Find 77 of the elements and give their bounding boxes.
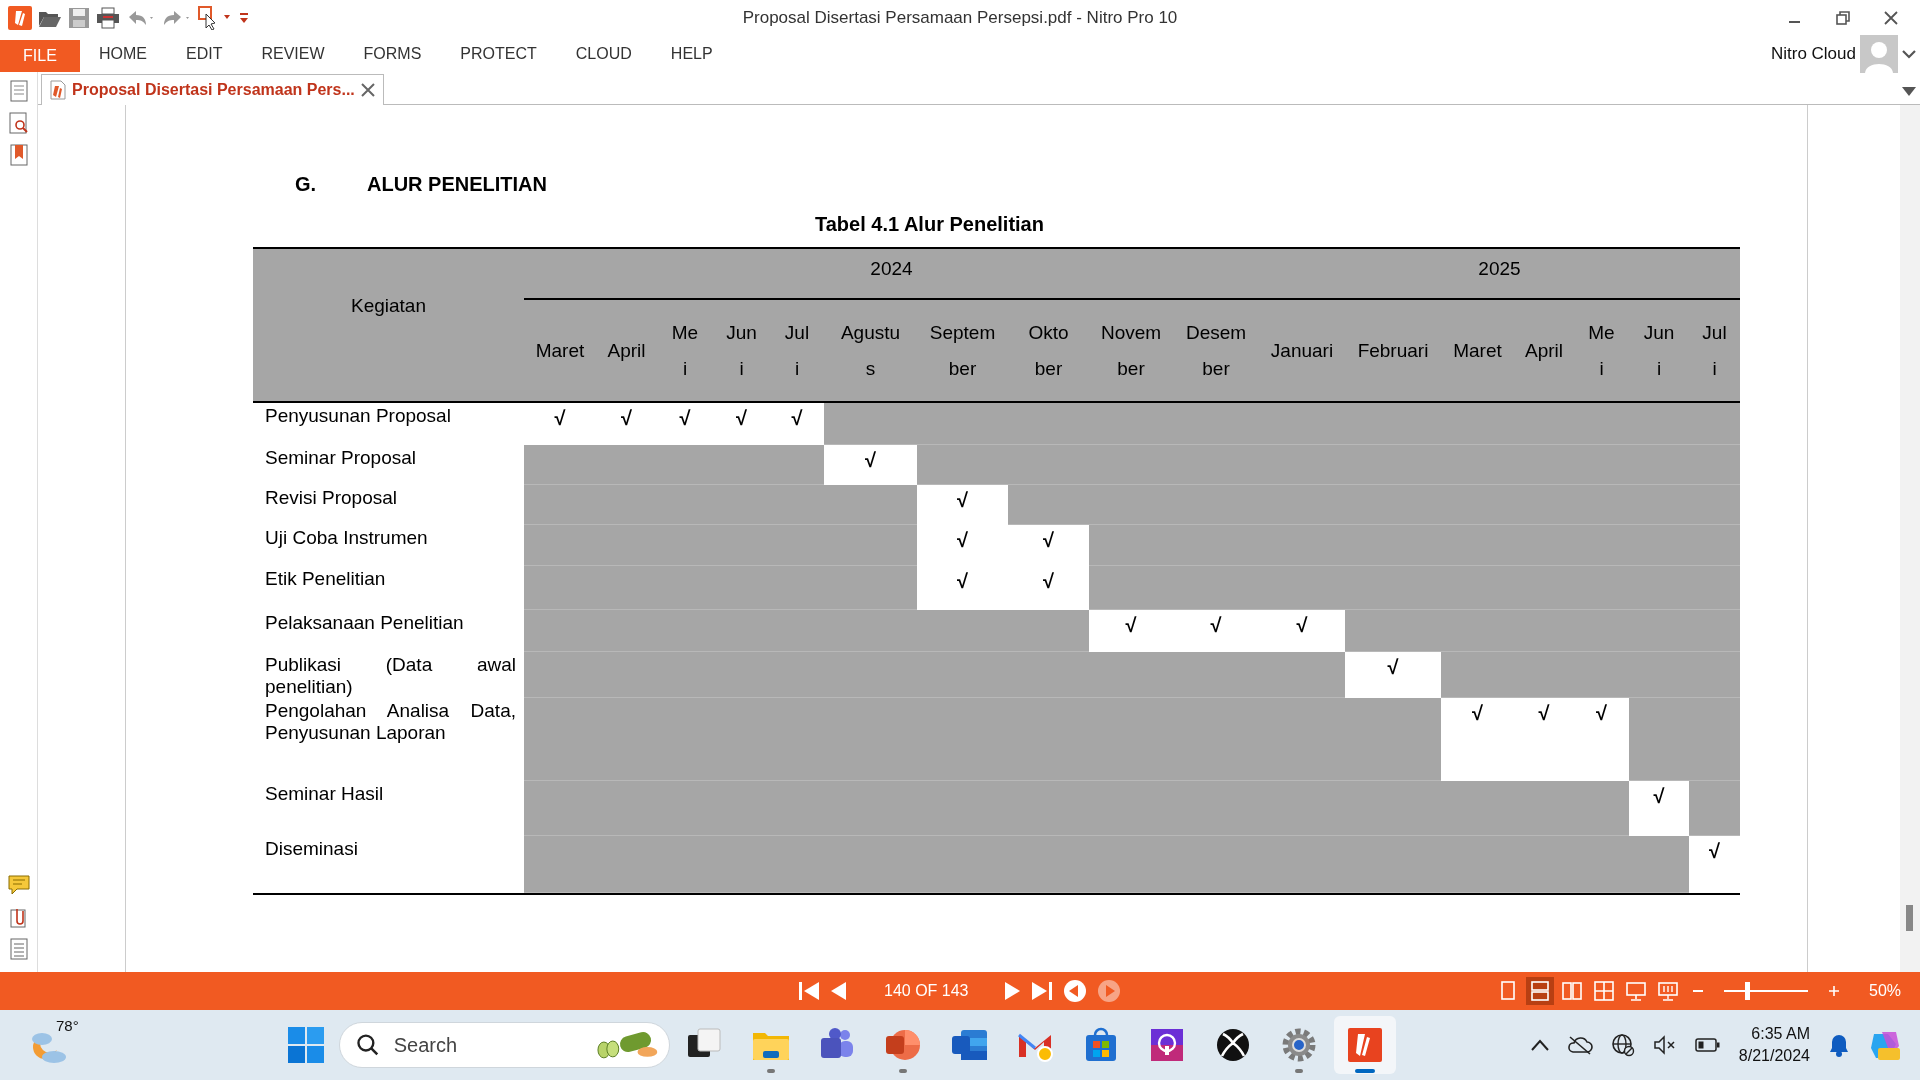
cloud-off-icon[interactable] — [1566, 1035, 1593, 1055]
save-icon[interactable] — [68, 7, 90, 29]
menu-tab[interactable]: PROTECT — [460, 45, 537, 63]
month-header: Jul i — [770, 300, 824, 403]
month-header: April — [1514, 300, 1574, 403]
month-header: Me i — [1574, 300, 1629, 403]
search-field[interactable]: Search — [391, 1032, 582, 1058]
month-header: April — [596, 300, 657, 403]
restore-icon[interactable] — [1836, 11, 1850, 25]
battery-icon[interactable] — [1694, 1038, 1721, 1052]
month-header: Februari — [1345, 300, 1441, 403]
month-header: Jun i — [1629, 300, 1689, 403]
clock-date[interactable]: 8/21/2024 — [1738, 1047, 1810, 1065]
month-header: Septem ber — [917, 300, 1008, 403]
zoom-slider[interactable] — [1724, 982, 1808, 1000]
bell-icon[interactable] — [1828, 1033, 1850, 1057]
month-header: Jun i — [713, 300, 770, 403]
chevron-up-icon[interactable] — [1530, 1039, 1549, 1051]
fields-list-icon[interactable] — [8, 938, 29, 960]
comment-icon[interactable] — [7, 874, 30, 896]
window-title: Proposal Disertasi Persamaan Persepsi.pdf - Nitro Pro 10 — [742, 8, 1178, 27]
menu-tab[interactable]: HOME — [99, 45, 147, 63]
close-icon[interactable] — [1884, 11, 1898, 25]
chevron-down-icon[interactable] — [1902, 49, 1916, 59]
zoom-in-icon[interactable] — [1828, 985, 1840, 997]
menu-tab[interactable]: FORMS — [363, 45, 422, 63]
presentation-icon — [1657, 980, 1679, 1002]
month-header: Agustu s — [824, 300, 917, 403]
menu-tab[interactable]: REVIEW — [261, 45, 325, 63]
month-header: Januari — [1259, 300, 1345, 403]
bookmark-icon[interactable] — [8, 144, 29, 166]
next-page-icon[interactable] — [1002, 981, 1021, 1001]
table-caption: Tabel 4.1 Alur Penelitian — [815, 213, 1044, 235]
scrollbar[interactable] — [1900, 105, 1920, 972]
year-header: 2024 — [524, 249, 1259, 300]
month-header: Novem ber — [1089, 300, 1173, 403]
view-mode-button[interactable] — [1526, 977, 1554, 1005]
search-box[interactable]: Search — [339, 1022, 670, 1068]
app-logo-icon[interactable] — [8, 6, 32, 30]
clock-time[interactable]: 6:35 AM — [1751, 1025, 1810, 1043]
menu-tab[interactable]: HELP — [670, 45, 713, 63]
select-tool-icon[interactable] — [198, 6, 232, 30]
search-document-icon[interactable] — [7, 112, 30, 134]
first-page-icon[interactable] — [798, 981, 820, 1001]
menu-tab[interactable]: EDIT — [186, 45, 223, 63]
section-number: G. — [295, 172, 318, 196]
document-tab[interactable]: Proposal Disertasi Persamaan Pers... — [41, 74, 384, 105]
pdf-file-icon — [50, 80, 66, 100]
customize-caret-icon[interactable] — [238, 11, 250, 25]
month-header: Maret — [1441, 300, 1514, 403]
speaker-muted-icon[interactable] — [1652, 1035, 1677, 1055]
year-header: 2025 — [1259, 249, 1740, 300]
previous-page-icon[interactable] — [830, 981, 848, 1001]
last-page-icon[interactable] — [1030, 981, 1053, 1001]
pdf-app-icon — [1345, 1025, 1385, 1065]
page-thumbnails-icon[interactable] — [8, 80, 29, 102]
dropdown-triangle-icon[interactable] — [1902, 87, 1916, 96]
print-icon[interactable] — [96, 7, 120, 29]
month-header: Me i — [657, 300, 713, 403]
section-title: ALUR PENELITIAN — [367, 172, 547, 196]
two-page-icon — [1561, 980, 1583, 1002]
month-header: Desem ber — [1173, 300, 1259, 403]
document-tab-title: Proposal Disertasi Persamaan Pers... — [72, 81, 355, 99]
globe-icon[interactable] — [1610, 1033, 1635, 1057]
grid-view-icon — [1593, 980, 1615, 1002]
account-name[interactable]: Nitro Cloud — [1770, 44, 1856, 64]
menu-tab[interactable]: CLOUD — [575, 45, 632, 63]
search-icon — [356, 1033, 380, 1057]
monitor-icon — [1625, 980, 1647, 1002]
temperature[interactable]: 78° — [56, 1017, 79, 1034]
continuous-page-icon — [1529, 980, 1551, 1002]
column-header: Kegiatan — [253, 249, 524, 403]
month-header: Jul i — [1689, 300, 1740, 403]
back-view-icon[interactable] — [1062, 979, 1087, 1003]
month-header: Okto ber — [1008, 300, 1089, 403]
month-header: Maret — [524, 300, 596, 403]
close-tab-icon[interactable] — [360, 83, 375, 97]
